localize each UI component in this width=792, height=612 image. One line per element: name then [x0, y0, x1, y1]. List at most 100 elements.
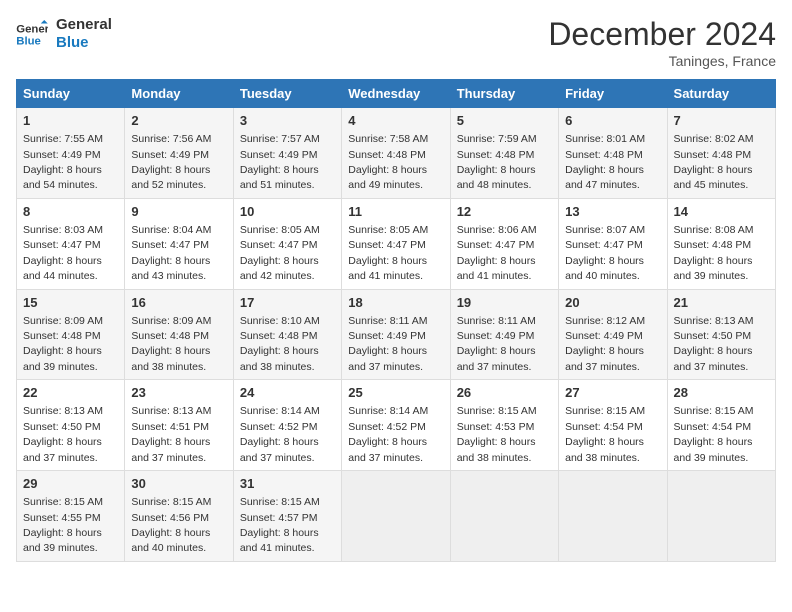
- calendar-cell: 9 Sunrise: 8:04 AMSunset: 4:47 PMDaylight…: [125, 198, 233, 289]
- sunrise: Sunrise: 8:09 AMSunset: 4:48 PMDaylight:…: [23, 315, 103, 373]
- svg-text:Blue: Blue: [16, 36, 41, 48]
- day-number: 29: [23, 475, 118, 493]
- calendar-cell: 13Sunrise: 8:07 AMSunset: 4:47 PMDayligh…: [559, 198, 667, 289]
- logo: General Blue General Blue: [16, 16, 112, 52]
- day-number: 16: [131, 294, 226, 312]
- day-number: 21: [674, 294, 769, 312]
- calendar-cell: 26 Sunrise: 8:15 AMSunset: 4:53 PMDayligh…: [450, 380, 558, 471]
- calendar-cell: 17 Sunrise: 8:10 AMSunset: 4:48 PMDayligh…: [233, 289, 341, 380]
- calendar-cell: 3Sunrise: 7:57 AMSunset: 4:49 PMDaylight…: [233, 108, 341, 199]
- calendar-cell: 18 Sunrise: 8:11 AMSunset: 4:49 PMDayligh…: [342, 289, 450, 380]
- day-number: 19: [457, 294, 552, 312]
- day-number: 31: [240, 475, 335, 493]
- week-row-2: 8 Sunrise: 8:03 AMSunset: 4:47 PMDaylight…: [17, 198, 776, 289]
- sunrise: Sunrise: 7:55 AMSunset: 4:49 PMDaylight:…: [23, 133, 103, 191]
- calendar-cell: 23Sunrise: 8:13 AMSunset: 4:51 PMDayligh…: [125, 380, 233, 471]
- calendar-cell: [342, 471, 450, 562]
- day-number: 7: [674, 112, 769, 130]
- day-number: 23: [131, 384, 226, 402]
- day-number: 18: [348, 294, 443, 312]
- day-number: 17: [240, 294, 335, 312]
- day-number: 20: [565, 294, 660, 312]
- header-friday: Friday: [559, 80, 667, 108]
- calendar-cell: 20 Sunrise: 8:12 AMSunset: 4:49 PMDayligh…: [559, 289, 667, 380]
- sunrise: Sunrise: 8:02 AMSunset: 4:48 PMDaylight:…: [674, 133, 754, 191]
- sunrise: Sunrise: 8:15 AMSunset: 4:57 PMDaylight:…: [240, 496, 320, 554]
- week-row-3: 15 Sunrise: 8:09 AMSunset: 4:48 PMDayligh…: [17, 289, 776, 380]
- header-thursday: Thursday: [450, 80, 558, 108]
- day-number: 22: [23, 384, 118, 402]
- calendar-cell: 11 Sunrise: 8:05 AMSunset: 4:47 PMDayligh…: [342, 198, 450, 289]
- month-title: December 2024: [548, 16, 776, 53]
- calendar-cell: 5Sunrise: 7:59 AMSunset: 4:48 PMDaylight…: [450, 108, 558, 199]
- calendar-cell: 6 Sunrise: 8:01 AMSunset: 4:48 PMDaylight…: [559, 108, 667, 199]
- calendar-cell: 22Sunrise: 8:13 AMSunset: 4:50 PMDayligh…: [17, 380, 125, 471]
- calendar-cell: 10 Sunrise: 8:05 AMSunset: 4:47 PMDayligh…: [233, 198, 341, 289]
- week-row-1: 1Sunrise: 7:55 AMSunset: 4:49 PMDaylight…: [17, 108, 776, 199]
- day-number: 28: [674, 384, 769, 402]
- calendar-cell: 31 Sunrise: 8:15 AMSunset: 4:57 PMDayligh…: [233, 471, 341, 562]
- title-block: December 2024 Taninges, France: [548, 16, 776, 69]
- sunrise: Sunrise: 7:59 AMSunset: 4:48 PMDaylight:…: [457, 133, 537, 191]
- sunrise: Sunrise: 8:15 AMSunset: 4:56 PMDaylight:…: [131, 496, 211, 554]
- day-number: 13: [565, 203, 660, 221]
- sunrise: Sunrise: 8:15 AMSunset: 4:55 PMDaylight:…: [23, 496, 103, 554]
- sunrise: Sunrise: 8:12 AMSunset: 4:49 PMDaylight:…: [565, 315, 645, 373]
- logo-blue: Blue: [56, 34, 112, 52]
- sunrise: Sunrise: 8:05 AMSunset: 4:47 PMDaylight:…: [348, 224, 428, 282]
- day-number: 9: [131, 203, 226, 221]
- sunrise: Sunrise: 7:58 AMSunset: 4:48 PMDaylight:…: [348, 133, 428, 191]
- header-wednesday: Wednesday: [342, 80, 450, 108]
- calendar-cell: 4 Sunrise: 7:58 AMSunset: 4:48 PMDaylight…: [342, 108, 450, 199]
- location: Taninges, France: [548, 53, 776, 69]
- calendar-cell: 28Sunrise: 8:15 AMSunset: 4:54 PMDayligh…: [667, 380, 775, 471]
- calendar-cell: 1Sunrise: 7:55 AMSunset: 4:49 PMDaylight…: [17, 108, 125, 199]
- sunrise: Sunrise: 8:14 AMSunset: 4:52 PMDaylight:…: [240, 405, 320, 463]
- sunrise: Sunrise: 8:11 AMSunset: 4:49 PMDaylight:…: [457, 315, 536, 373]
- day-number: 14: [674, 203, 769, 221]
- sunrise: Sunrise: 8:04 AMSunset: 4:47 PMDaylight:…: [131, 224, 211, 282]
- calendar-cell: 30 Sunrise: 8:15 AMSunset: 4:56 PMDayligh…: [125, 471, 233, 562]
- week-row-4: 22Sunrise: 8:13 AMSunset: 4:50 PMDayligh…: [17, 380, 776, 471]
- day-number: 11: [348, 203, 443, 221]
- day-number: 10: [240, 203, 335, 221]
- sunrise: Sunrise: 8:10 AMSunset: 4:48 PMDaylight:…: [240, 315, 320, 373]
- calendar-cell: [559, 471, 667, 562]
- day-number: 4: [348, 112, 443, 130]
- header-monday: Monday: [125, 80, 233, 108]
- calendar-cell: [450, 471, 558, 562]
- calendar-cell: 25Sunrise: 8:14 AMSunset: 4:52 PMDayligh…: [342, 380, 450, 471]
- sunrise: Sunrise: 8:11 AMSunset: 4:49 PMDaylight:…: [348, 315, 427, 373]
- logo-general: General: [56, 16, 112, 34]
- sunrise: Sunrise: 8:08 AMSunset: 4:48 PMDaylight:…: [674, 224, 754, 282]
- calendar-cell: 24Sunrise: 8:14 AMSunset: 4:52 PMDayligh…: [233, 380, 341, 471]
- header-saturday: Saturday: [667, 80, 775, 108]
- day-number: 6: [565, 112, 660, 130]
- day-number: 12: [457, 203, 552, 221]
- sunrise: Sunrise: 8:01 AMSunset: 4:48 PMDaylight:…: [565, 133, 645, 191]
- calendar-cell: 21 Sunrise: 8:13 AMSunset: 4:50 PMDayligh…: [667, 289, 775, 380]
- calendar-cell: 7 Sunrise: 8:02 AMSunset: 4:48 PMDaylight…: [667, 108, 775, 199]
- day-number: 8: [23, 203, 118, 221]
- svg-text:General: General: [16, 23, 48, 35]
- calendar-cell: 8 Sunrise: 8:03 AMSunset: 4:47 PMDaylight…: [17, 198, 125, 289]
- sunrise: Sunrise: 8:05 AMSunset: 4:47 PMDaylight:…: [240, 224, 320, 282]
- sunrise: Sunrise: 8:13 AMSunset: 4:50 PMDaylight:…: [674, 315, 754, 373]
- sunrise: Sunrise: 8:14 AMSunset: 4:52 PMDaylight:…: [348, 405, 428, 463]
- day-number: 26: [457, 384, 552, 402]
- calendar-cell: 27Sunrise: 8:15 AMSunset: 4:54 PMDayligh…: [559, 380, 667, 471]
- calendar-cell: 15 Sunrise: 8:09 AMSunset: 4:48 PMDayligh…: [17, 289, 125, 380]
- sunrise: Sunrise: 8:03 AMSunset: 4:47 PMDaylight:…: [23, 224, 103, 282]
- calendar-cell: 19 Sunrise: 8:11 AMSunset: 4:49 PMDayligh…: [450, 289, 558, 380]
- header-row: SundayMondayTuesdayWednesdayThursdayFrid…: [17, 80, 776, 108]
- calendar-cell: 12Sunrise: 8:06 AMSunset: 4:47 PMDayligh…: [450, 198, 558, 289]
- day-number: 3: [240, 112, 335, 130]
- sunrise: Sunrise: 8:09 AMSunset: 4:48 PMDaylight:…: [131, 315, 211, 373]
- day-number: 30: [131, 475, 226, 493]
- logo-icon: General Blue: [16, 20, 48, 48]
- sunrise: Sunrise: 8:15 AMSunset: 4:53 PMDaylight:…: [457, 405, 537, 463]
- header-sunday: Sunday: [17, 80, 125, 108]
- day-number: 2: [131, 112, 226, 130]
- day-number: 15: [23, 294, 118, 312]
- calendar-table: SundayMondayTuesdayWednesdayThursdayFrid…: [16, 79, 776, 562]
